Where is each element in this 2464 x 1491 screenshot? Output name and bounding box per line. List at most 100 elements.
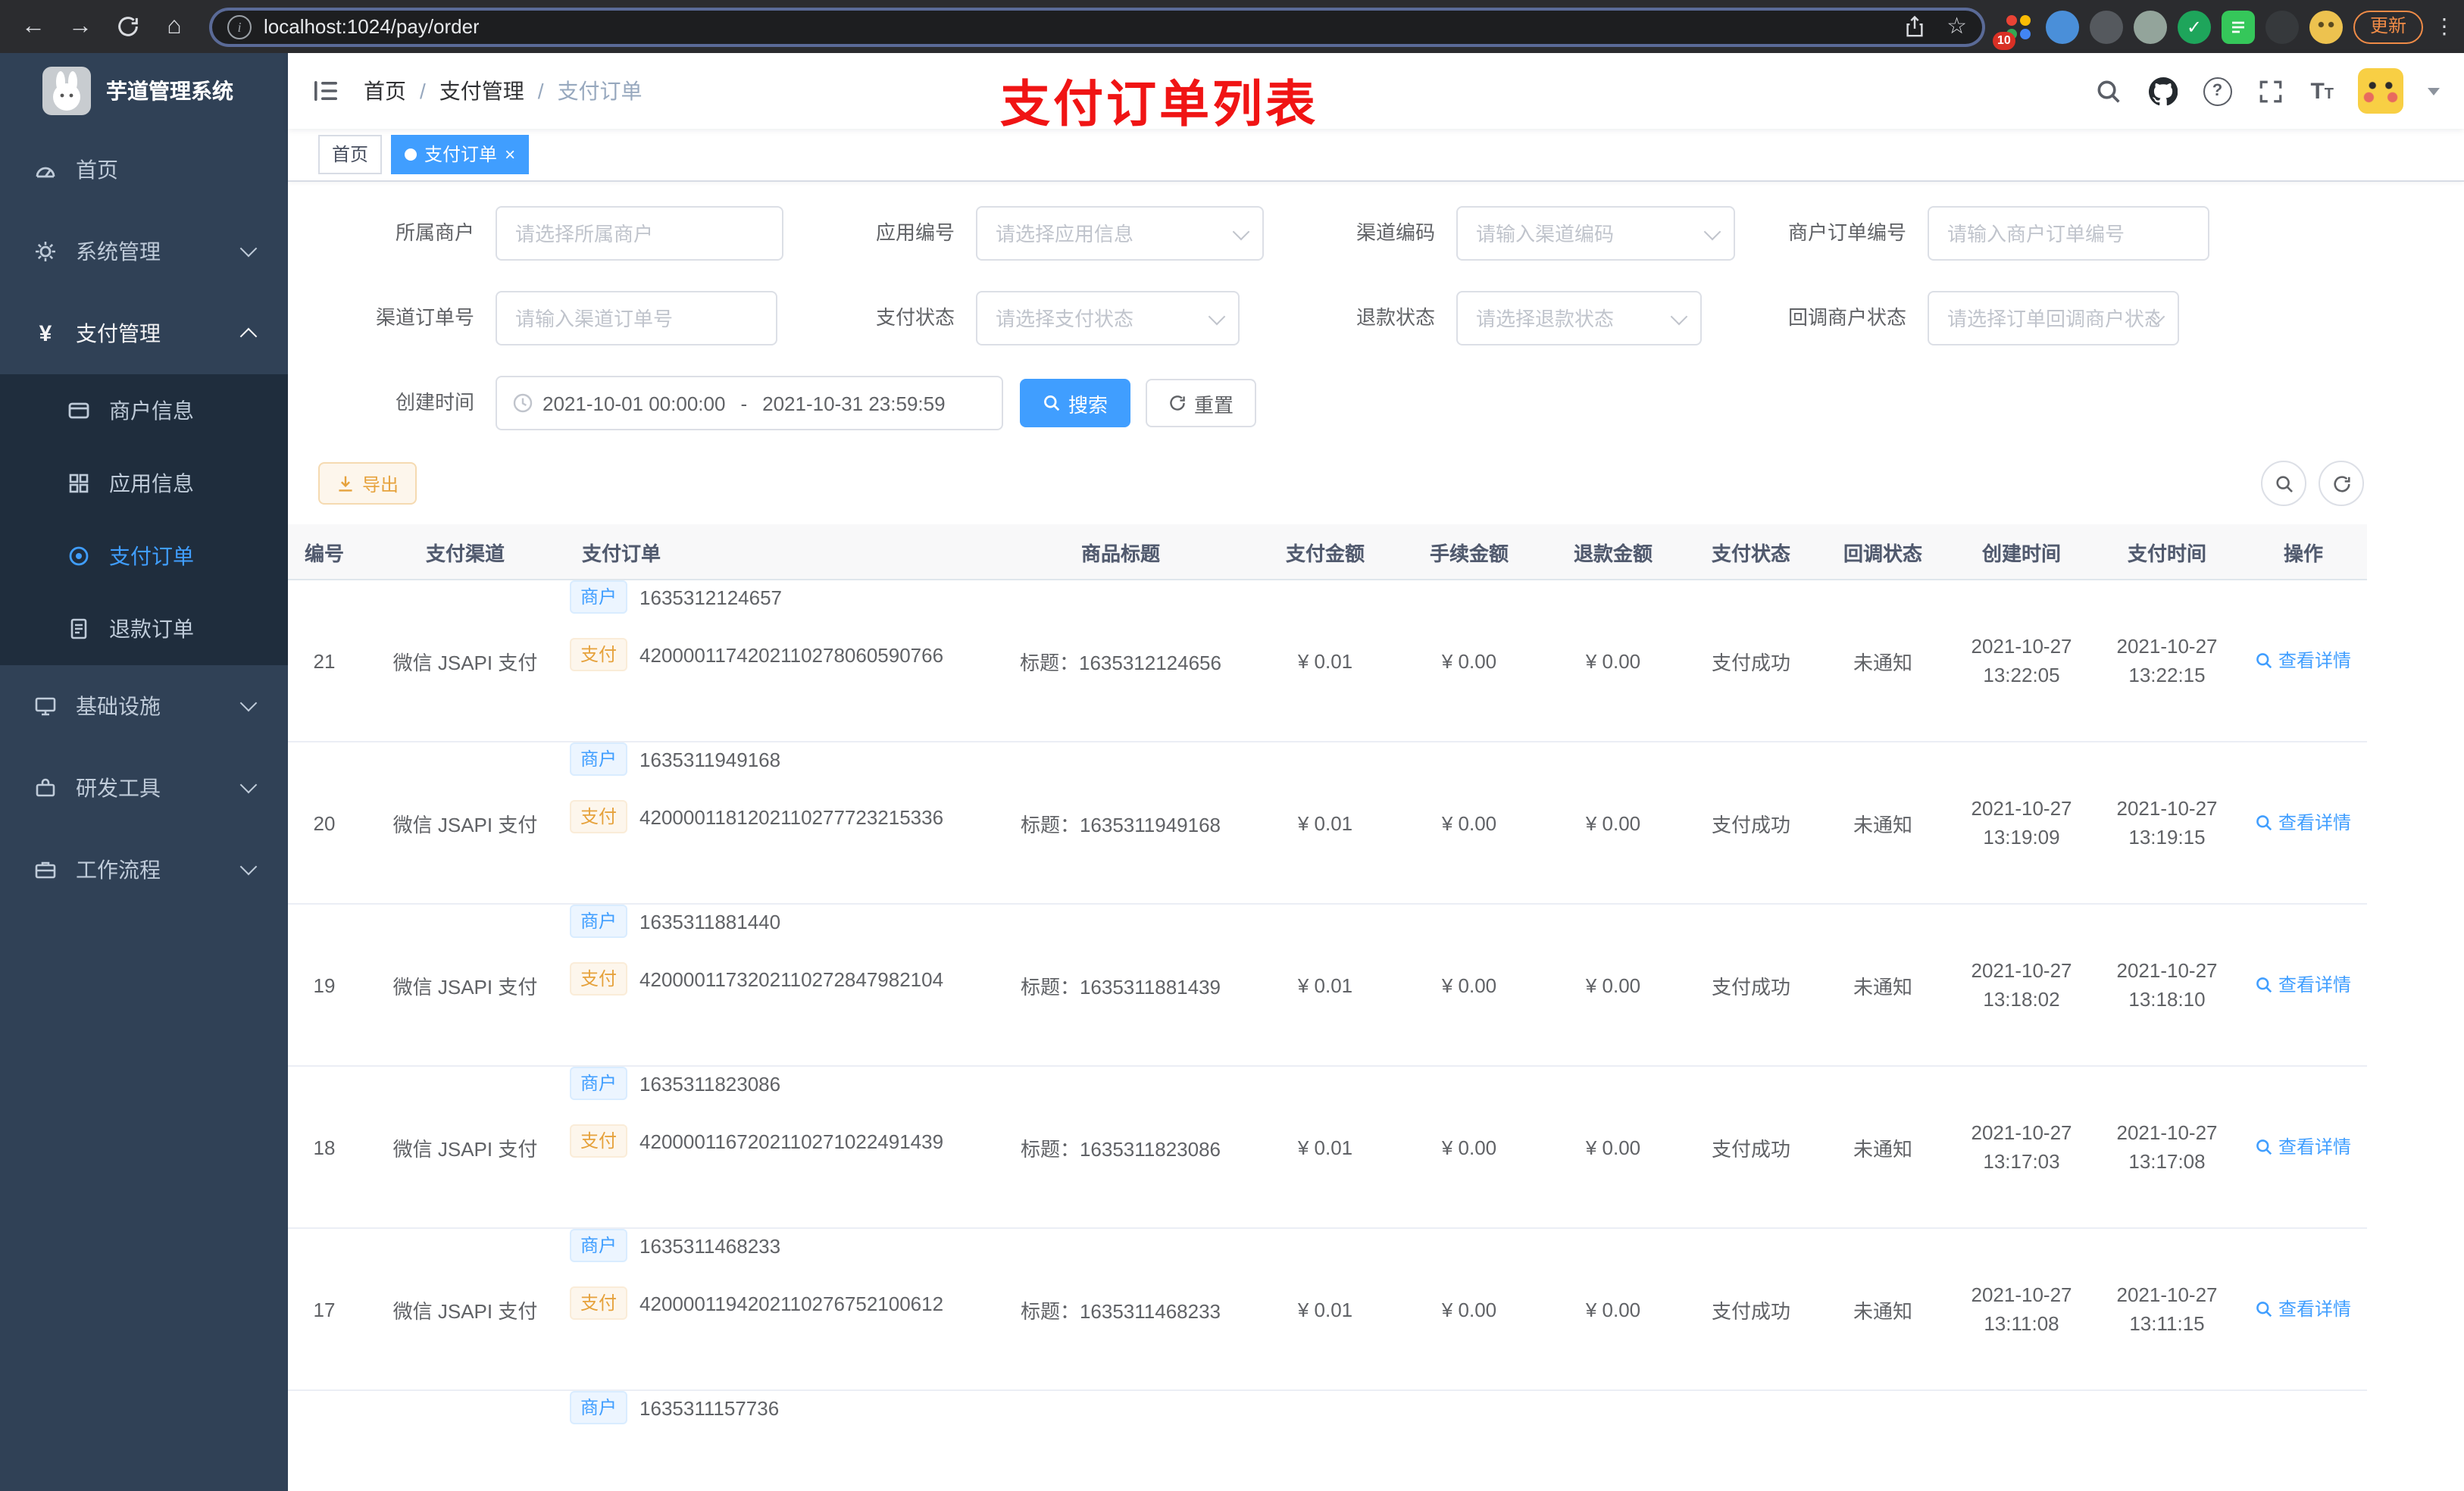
sidebar-item-label: 基础设施 xyxy=(76,694,161,718)
extension-check-icon[interactable]: ✓ xyxy=(2177,10,2211,43)
toggle-search-button[interactable] xyxy=(2261,461,2306,506)
cell-title: 标题：1635311949168 xyxy=(988,742,1253,905)
merchant-order-line: 商户 1635311468233 xyxy=(570,1229,982,1262)
fullscreen-icon[interactable] xyxy=(2256,76,2286,106)
sidebar-item-label: 工作流程 xyxy=(76,858,161,882)
date-start: 2021-10-01 00:00:00 xyxy=(543,392,726,414)
reload-button[interactable] xyxy=(109,8,145,45)
cell-fee: ¥ 0.00 xyxy=(1397,580,1541,742)
refresh-table-button[interactable] xyxy=(2319,461,2364,506)
extension-dark-icon[interactable] xyxy=(2089,10,2123,43)
yen-icon: ¥ xyxy=(39,320,52,346)
table-row: 商户 1635311157736 支付 xyxy=(288,1390,2367,1491)
notify-status-select[interactable] xyxy=(1928,291,2179,345)
sidebar-item-payment[interactable]: ¥ 支付管理 xyxy=(0,292,288,374)
browser-chrome: ← → ⌂ i localhost:1024/pay/order ☆ 10 ✓ xyxy=(0,0,2464,53)
extension-drop-icon[interactable] xyxy=(2045,10,2079,43)
table-row: 17 微信 JSAPI 支付 商户 1635311468233 支付 42000… xyxy=(288,1228,2367,1391)
cell-channel: 微信 JSAPI 支付 xyxy=(367,904,564,1067)
cell-refund: ¥ 0.00 xyxy=(1541,742,1685,905)
channel-code-select[interactable] xyxy=(1456,206,1735,261)
view-detail-link[interactable]: 查看详情 xyxy=(2256,648,2351,674)
browser-menu-button[interactable]: ⋮ xyxy=(2434,14,2455,39)
extension-puzzle-icon[interactable] xyxy=(2265,10,2299,43)
sidebar-item-label: 退款订单 xyxy=(109,617,194,641)
grid-icon xyxy=(67,471,91,495)
active-tag-dot xyxy=(405,148,417,161)
browser-update-button[interactable]: 更新 xyxy=(2353,10,2423,43)
app-no-select[interactable] xyxy=(976,206,1264,261)
cell-amount xyxy=(1253,1390,1397,1491)
create-time-range-picker[interactable]: 2021-10-01 00:00:00 - 2021-10-31 23:59:5… xyxy=(496,376,1003,430)
cell-create-time: 2021-10-27 13:17:03 xyxy=(1949,1066,2094,1229)
bookmark-star-icon[interactable]: ☆ xyxy=(1946,15,1967,38)
user-avatar[interactable] xyxy=(2358,68,2403,114)
filter-label: 回调商户状态 xyxy=(1787,306,1906,329)
sidebar-item-merchant-info[interactable]: 商户信息 xyxy=(0,374,288,447)
extension-colorful-icon[interactable]: 10 xyxy=(1992,10,2035,49)
sidebar-item-pay-order[interactable]: 支付订单 xyxy=(0,520,288,592)
sidebar-item-home[interactable]: 首页 xyxy=(0,129,288,211)
app-logo: 芋道管理系统 xyxy=(0,53,288,129)
github-icon[interactable] xyxy=(2148,76,2178,106)
cell-id: 17 xyxy=(288,1228,367,1391)
site-info-icon[interactable]: i xyxy=(227,14,252,39)
sidebar-item-dev-tools[interactable]: 研发工具 xyxy=(0,747,288,829)
col-pay-order-header: 支付订单 xyxy=(564,524,988,580)
cell-status: 支付成功 xyxy=(1685,580,1817,742)
reset-button[interactable]: 重置 xyxy=(1146,379,1257,427)
cell-action xyxy=(2240,1390,2367,1491)
sidebar-item-refund-order[interactable]: 退款订单 xyxy=(0,592,288,665)
search-button[interactable]: 搜索 xyxy=(1020,379,1131,427)
toolbox-icon xyxy=(33,776,58,800)
cell-fee: ¥ 0.00 xyxy=(1397,904,1541,1067)
merchant-select[interactable] xyxy=(496,206,783,261)
breadcrumb-pay-mgmt[interactable]: 支付管理 xyxy=(439,76,524,106)
forward-button[interactable]: → xyxy=(62,8,98,45)
chevron-up-icon xyxy=(239,327,258,345)
table-header-row: 编号 支付渠道 支付订单 商品标题 支付金额 手续金额 退款金额 支付状态 回调… xyxy=(288,524,2367,580)
url-bar[interactable]: i localhost:1024/pay/order ☆ xyxy=(209,7,1985,46)
share-icon[interactable] xyxy=(1903,15,1925,38)
refund-status-select[interactable] xyxy=(1456,291,1702,345)
extension-chat-icon[interactable] xyxy=(2221,10,2255,43)
dashboard-icon xyxy=(33,158,58,182)
sidebar-item-infra[interactable]: 基础设施 xyxy=(0,665,288,747)
page-annotation-title: 支付订单列表 xyxy=(1000,76,1318,132)
export-button[interactable]: 导出 xyxy=(318,462,417,505)
channel-order-no-input[interactable] xyxy=(496,291,777,345)
view-detail-link[interactable]: 查看详情 xyxy=(2256,972,2351,998)
cell-id xyxy=(288,1390,367,1491)
top-navbar: 首页 / 支付管理 / 支付订单 支付订单列表 ? TT xyxy=(288,53,2464,132)
avatar-caret-icon[interactable] xyxy=(2428,87,2440,95)
help-icon[interactable]: ? xyxy=(2203,77,2232,105)
back-button[interactable]: ← xyxy=(15,8,52,45)
breadcrumb-home[interactable]: 首页 xyxy=(364,76,406,106)
sidebar-item-workflow[interactable]: 工作流程 xyxy=(0,829,288,911)
view-detail-link[interactable]: 查看详情 xyxy=(2256,1296,2351,1322)
pay-order-line: 支付 4200001173202110272847982104 xyxy=(570,962,982,996)
font-size-icon[interactable]: TT xyxy=(2310,78,2334,104)
app-title: 芋道管理系统 xyxy=(106,79,233,103)
tag-pay-order[interactable]: 支付订单 × xyxy=(391,135,530,174)
extension-badge: 10 xyxy=(1992,31,2015,49)
clock-icon xyxy=(512,392,533,414)
view-detail-link[interactable]: 查看详情 xyxy=(2256,810,2351,836)
extension-gray-icon[interactable] xyxy=(2133,10,2167,43)
header-search-icon[interactable] xyxy=(2093,76,2124,106)
pay-status-select[interactable] xyxy=(976,291,1240,345)
home-button[interactable]: ⌂ xyxy=(156,8,192,45)
cell-pay-time xyxy=(2094,1390,2240,1491)
view-detail-link[interactable]: 查看详情 xyxy=(2256,1134,2351,1160)
screen: ← → ⌂ i localhost:1024/pay/order ☆ 10 ✓ xyxy=(0,0,2464,1491)
tag-home[interactable]: 首页 xyxy=(318,135,383,174)
sidebar-item-app-info[interactable]: 应用信息 xyxy=(0,447,288,520)
cell-pay-order: 商户 1635311949168 支付 42000011812021102777… xyxy=(564,742,988,905)
tag-close-icon[interactable]: × xyxy=(505,145,515,164)
payment-submenu: 商户信息 应用信息 支付订单 退款订单 xyxy=(0,374,288,665)
sidebar-toggle-icon[interactable] xyxy=(312,76,342,106)
date-end: 2021-10-31 23:59:59 xyxy=(762,392,946,414)
merchant-order-no-input[interactable] xyxy=(1928,206,2209,261)
sidebar-item-system[interactable]: 系统管理 xyxy=(0,211,288,292)
browser-profile-avatar[interactable] xyxy=(2309,10,2343,43)
